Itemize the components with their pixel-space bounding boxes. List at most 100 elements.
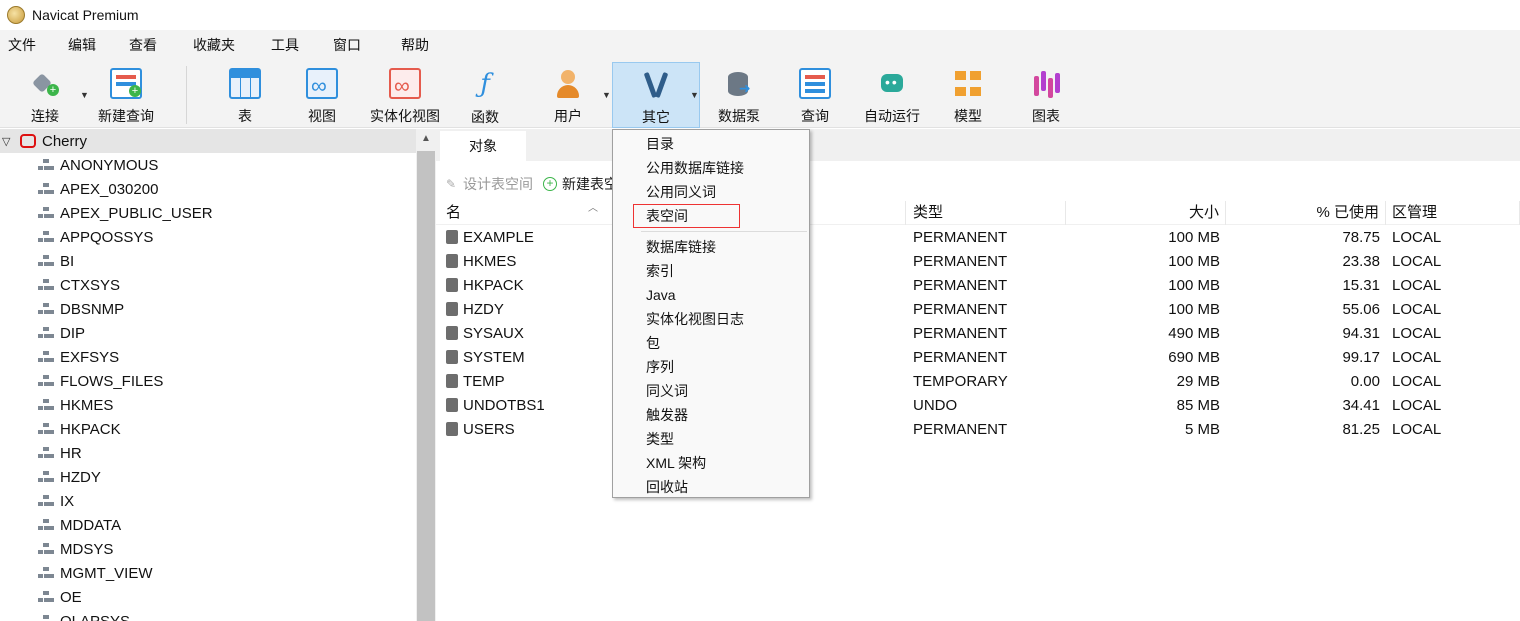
tree-schema-item[interactable]: APEX_PUBLIC_USER xyxy=(0,201,416,225)
table-row[interactable]: HZDY PERMANENT 100 MB 55.06 LOCAL xyxy=(436,297,1520,321)
table-row[interactable]: SYSAUX PERMANENT 490 MB 94.31 LOCAL xyxy=(436,321,1520,345)
automation-button[interactable]: 自动运行 xyxy=(858,62,926,126)
view-icon xyxy=(306,68,338,99)
menu-item[interactable]: 回收站 xyxy=(613,475,809,499)
scroll-up-icon[interactable]: ▲ xyxy=(421,133,431,144)
tree-schema-item[interactable]: DIP xyxy=(0,321,416,345)
tree-schema-item[interactable]: HKPACK xyxy=(0,417,416,441)
cell-pct-used: 81.25 xyxy=(1342,420,1380,438)
table-row[interactable]: TEMP TEMPORARY 29 MB 0.00 LOCAL xyxy=(436,369,1520,393)
menu-window[interactable]: 窗口 xyxy=(325,35,369,55)
menu-separator xyxy=(641,231,807,232)
tab-objects[interactable]: 对象 xyxy=(440,131,526,161)
menu-bar: 文件 编辑 查看 收藏夹 工具 窗口 帮助 xyxy=(0,30,1520,60)
connect-dropdown-arrow[interactable]: ▼ xyxy=(80,90,89,100)
table-row[interactable]: HKMES PERMANENT 100 MB 23.38 LOCAL xyxy=(436,249,1520,273)
menu-view[interactable]: 查看 xyxy=(121,35,165,55)
tree-schema-item[interactable]: OLAPSYS xyxy=(0,609,416,621)
tree-scrollbar[interactable]: ▲ xyxy=(416,129,436,621)
col-header-pct-used[interactable]: % 已使用 xyxy=(1226,200,1386,225)
data-pump-button[interactable]: 数据泵 xyxy=(708,62,770,126)
schema-icon xyxy=(38,255,54,267)
scrollbar-thumb[interactable] xyxy=(417,151,435,621)
menu-item[interactable]: XML 架构 xyxy=(613,451,809,475)
design-tablespace-button[interactable]: ✎ 设计表空间 xyxy=(446,174,533,194)
menu-item[interactable]: 公用同义词 xyxy=(613,180,809,204)
menu-favorites[interactable]: 收藏夹 xyxy=(185,35,243,55)
table-row[interactable]: HKPACK PERMANENT 100 MB 15.31 LOCAL xyxy=(436,273,1520,297)
tree-schema-item[interactable]: FLOWS_FILES xyxy=(0,369,416,393)
other-dropdown-menu: 目录 公用数据库链接 公用同义词 表空间 数据库链接 索引 Java 实体化视图日志包序列同… xyxy=(612,129,810,498)
materialized-view-button[interactable]: 实体化视图 xyxy=(364,62,446,126)
cell-size: 690 MB xyxy=(1168,348,1220,366)
query-button[interactable]: 查询 xyxy=(785,62,845,126)
menu-item[interactable]: 目录 xyxy=(613,132,809,156)
schema-name: OE xyxy=(60,588,82,606)
view-button[interactable]: 视图 xyxy=(292,62,352,126)
model-label: 模型 xyxy=(954,108,982,124)
menu-edit[interactable]: 编辑 xyxy=(60,35,104,55)
menu-item[interactable]: Java xyxy=(613,283,809,307)
tree-schema-item[interactable]: HKMES xyxy=(0,393,416,417)
schema-icon xyxy=(38,423,54,435)
tree-schema-item[interactable]: ANONYMOUS xyxy=(0,153,416,177)
table-row[interactable]: EXAMPLE PERMANENT 100 MB 78.75 LOCAL xyxy=(436,225,1520,249)
schema-name: DIP xyxy=(60,324,86,342)
tree-schema-item[interactable]: MDDATA xyxy=(0,513,416,537)
tree-schema-item[interactable]: HZDY xyxy=(0,465,416,489)
table-row[interactable]: UNDOTBS1 UNDO 85 MB 34.41 LOCAL xyxy=(436,393,1520,417)
menu-item[interactable]: 实体化视图日志 xyxy=(613,307,809,331)
col-header-type[interactable]: 类型 xyxy=(906,200,1066,225)
cell-size: 100 MB xyxy=(1168,276,1220,294)
menu-item[interactable]: 同义词 xyxy=(613,379,809,403)
menu-file[interactable]: 文件 xyxy=(0,35,44,55)
tree-schema-item[interactable]: CTXSYS xyxy=(0,273,416,297)
main-toolbar: 连接 ▼ 新建查询 表 视图 实体化视图 ƒ 函数 用户 ▼ 其它 ▼ 数据泵 … xyxy=(0,60,1520,128)
tablespace-icon xyxy=(446,326,458,340)
tree-schema-item[interactable]: IX xyxy=(0,489,416,513)
tree-schema-item[interactable]: DBSNMP xyxy=(0,297,416,321)
schema-name: DBSNMP xyxy=(60,300,125,318)
tree-schema-item[interactable]: MDSYS xyxy=(0,537,416,561)
menu-tools[interactable]: 工具 xyxy=(263,35,307,55)
user-dropdown-arrow[interactable]: ▼ xyxy=(602,90,611,100)
connect-button[interactable]: 连接 xyxy=(14,62,76,126)
schema-name: IX xyxy=(60,492,75,510)
table-button[interactable]: 表 xyxy=(215,62,275,126)
col-header-size[interactable]: 大小 xyxy=(1066,200,1226,225)
user-button[interactable]: 用户 xyxy=(538,62,598,126)
tree-schema-item[interactable]: BI xyxy=(0,249,416,273)
chevron-down-icon[interactable]: ▽ xyxy=(2,135,16,148)
tree-schema-item[interactable]: APEX_030200 xyxy=(0,177,416,201)
col-header-extent[interactable]: 区管理 xyxy=(1386,200,1520,225)
menu-item[interactable]: 公用数据库链接 xyxy=(613,156,809,180)
model-button[interactable]: 模型 xyxy=(938,62,998,126)
other-button[interactable]: 其它 xyxy=(612,62,700,128)
tree-schema-item[interactable]: OE xyxy=(0,585,416,609)
menu-help[interactable]: 帮助 xyxy=(393,35,437,55)
menu-item[interactable]: 序列 xyxy=(613,355,809,379)
menu-item[interactable]: 数据库链接 xyxy=(613,235,809,259)
schema-name: APPQOSSYS xyxy=(60,228,154,246)
menu-item[interactable]: 包 xyxy=(613,331,809,355)
menu-item[interactable]: 触发器 xyxy=(613,403,809,427)
tree-schema-item[interactable]: EXFSYS xyxy=(0,345,416,369)
view-label: 视图 xyxy=(308,108,336,124)
table-row[interactable]: SYSTEM PERMANENT 690 MB 99.17 LOCAL xyxy=(436,345,1520,369)
new-query-button[interactable]: 新建查询 xyxy=(92,62,160,126)
menu-item[interactable]: 类型 xyxy=(613,427,809,451)
chart-button[interactable]: 图表 xyxy=(1016,62,1076,126)
cell-type: UNDO xyxy=(913,396,958,414)
table-row[interactable]: USERS PERMANENT 5 MB 81.25 LOCAL xyxy=(436,417,1520,441)
tree-schema-item[interactable]: MGMT_VIEW xyxy=(0,561,416,585)
function-button[interactable]: ƒ 函数 xyxy=(455,62,515,126)
menu-item-tablespace[interactable]: 表空间 xyxy=(613,204,809,228)
tree-connection-cherry[interactable]: ▽ Cherry xyxy=(0,129,416,153)
tree-schema-item[interactable]: APPQOSSYS xyxy=(0,225,416,249)
other-dropdown-arrow[interactable]: ▼ xyxy=(690,90,699,100)
menu-item[interactable]: 索引 xyxy=(613,259,809,283)
schema-icon xyxy=(38,591,54,603)
cell-extent: LOCAL xyxy=(1392,300,1442,318)
tree-schema-item[interactable]: HR xyxy=(0,441,416,465)
cell-pct-used: 15.31 xyxy=(1342,276,1380,294)
